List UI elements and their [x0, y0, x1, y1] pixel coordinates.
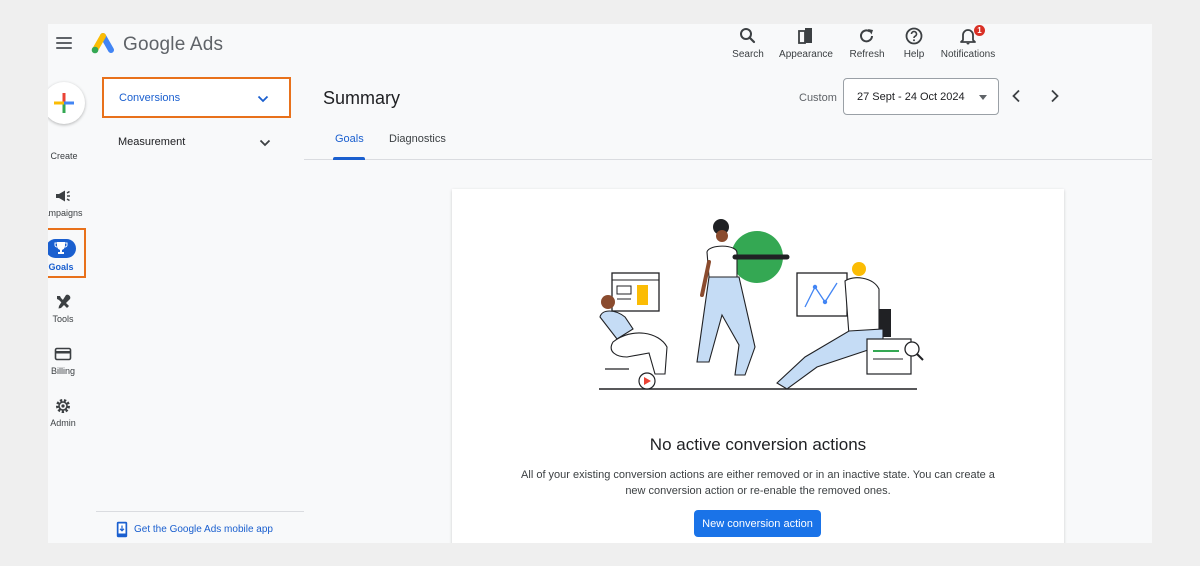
side-nav-divider [96, 511, 304, 512]
side-nav: Conversions Measurement Get the Google A… [96, 68, 304, 543]
refresh-button[interactable]: Refresh [846, 27, 888, 65]
billing-label: Billing [50, 366, 75, 376]
tab-goals[interactable]: Goals [335, 133, 364, 145]
nav-measurement[interactable]: Measurement [102, 126, 291, 160]
trophy-icon [54, 242, 68, 254]
menu-icon[interactable] [56, 37, 72, 49]
empty-state-card: No active conversion actions All of your… [452, 189, 1064, 543]
campaigns-label: ampaigns [48, 208, 83, 218]
rail-item-billing[interactable]: Billing [48, 345, 93, 376]
help-button[interactable]: Help [900, 27, 928, 65]
nav-conversions[interactable]: Conversions [102, 77, 291, 118]
tools-label: Tools [52, 314, 74, 324]
plus-icon [54, 93, 74, 113]
date-range-select[interactable]: 27 Sept - 24 Oct 2024 [843, 78, 999, 115]
tools-icon [57, 294, 71, 309]
tab-diagnostics[interactable]: Diagnostics [389, 133, 446, 145]
page-title: Summary [323, 88, 401, 108]
gear-icon [56, 399, 70, 413]
nav-conversions-label: Conversions [119, 92, 181, 104]
search-label: Search [732, 49, 764, 60]
admin-label: Admin [50, 418, 76, 428]
goals-active-pill [48, 239, 76, 258]
notifications-button[interactable]: 1 Notifications [938, 25, 998, 65]
top-bar: Google Ads Search Appearance Refresh Hel… [48, 24, 1152, 68]
notification-badge: 1 [974, 25, 985, 36]
date-range-value: 27 Sept - 24 Oct 2024 [857, 91, 965, 103]
mobile-app-label: Get the Google Ads mobile app [134, 524, 273, 535]
nav-measurement-label: Measurement [118, 136, 186, 148]
rail-item-admin[interactable]: Admin [48, 397, 93, 428]
google-ads-app: Google Ads Search Appearance Refresh Hel… [48, 24, 1152, 543]
megaphone-icon [56, 190, 70, 202]
dropdown-caret-icon [979, 95, 987, 100]
rail-item-tools[interactable]: Tools [48, 293, 93, 324]
brand-name: Google Ads [123, 34, 224, 55]
google-ads-logo-icon [91, 33, 114, 54]
search-icon [740, 28, 756, 44]
chevron-left-icon[interactable] [1008, 87, 1026, 105]
notifications-label: Notifications [940, 49, 996, 60]
new-conversion-action-button[interactable]: New conversion action [694, 510, 821, 537]
empty-state-title: No active conversion actions [649, 435, 867, 454]
credit-card-icon [54, 347, 72, 361]
empty-state-description: All of your existing conversion actions … [521, 469, 995, 497]
help-icon [905, 27, 923, 45]
search-button[interactable]: Search [730, 27, 766, 65]
main-content: Summary Custom 27 Sept - 24 Oct 2024 Goa… [304, 68, 1152, 543]
appearance-label: Appearance [779, 49, 833, 60]
help-label: Help [903, 49, 925, 60]
tab-bar: Goals Diagnostics [304, 125, 1152, 160]
appearance-icon [798, 28, 812, 44]
refresh-label: Refresh [849, 49, 885, 60]
create-label: Create [50, 151, 78, 161]
people-illustration-icon [599, 219, 924, 390]
refresh-icon [860, 29, 873, 43]
left-rail: Create ampaigns Goals Tools Billing Admi… [48, 68, 100, 543]
create-button[interactable] [48, 82, 85, 124]
chevron-down-icon [259, 139, 271, 147]
chevron-right-icon[interactable] [1045, 87, 1063, 105]
rail-item-goals[interactable]: Goals [48, 228, 86, 278]
date-range-label: Custom [799, 92, 837, 104]
appearance-button[interactable]: Appearance [778, 27, 834, 65]
chevron-down-icon [257, 95, 269, 103]
mobile-phone-icon [116, 521, 128, 538]
goals-label: Goals [48, 262, 74, 272]
active-tab-indicator [333, 157, 365, 160]
rail-item-campaigns[interactable]: ampaigns [48, 187, 93, 218]
